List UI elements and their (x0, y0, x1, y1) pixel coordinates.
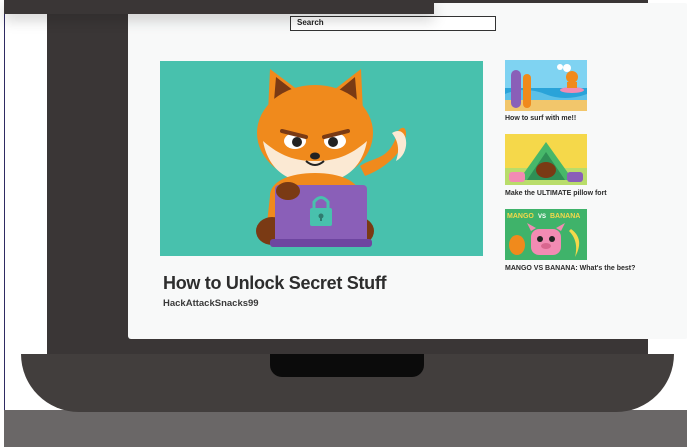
recommended-video-3-thumbnail[interactable]: MANGO VS BANANA (505, 209, 587, 260)
pillow-fort-icon (505, 134, 587, 185)
fox-hacker-thumbnail (256, 69, 407, 247)
laptop-screen: Search How to Unlock Secret Stuff HackAt… (128, 3, 687, 339)
recommended-video-2-thumbnail[interactable] (505, 134, 587, 185)
recommended-video-1-title[interactable]: How to surf with me!! (505, 115, 576, 122)
laptop-hinge-notch (270, 354, 424, 377)
surfing-scene-icon (505, 60, 587, 111)
laptop-bezel: Search How to Unlock Secret Stuff HackAt… (47, 0, 687, 360)
recommended-video-3-title[interactable]: MANGO VS BANANA: What's the best? (505, 265, 635, 272)
desk-surface (4, 410, 687, 447)
video-title: How to Unlock Secret Stuff (163, 273, 387, 293)
search-input[interactable]: Search (290, 16, 496, 31)
mango-vs-banana-icon: MANGO VS BANANA (505, 209, 587, 260)
recommended-video-1-thumbnail[interactable] (505, 60, 587, 111)
svg-text:BANANA: BANANA (550, 213, 580, 220)
channel-name[interactable]: HackAttackSnacks99 (163, 298, 259, 309)
top-overlay-bar (4, 0, 434, 14)
svg-text:VS: VS (538, 214, 546, 220)
recommended-video-2-title[interactable]: Make the ULTIMATE pillow fort (505, 190, 607, 197)
main-video-player[interactable] (160, 61, 483, 256)
left-edge-line (4, 0, 5, 410)
svg-text:MANGO: MANGO (507, 213, 534, 220)
